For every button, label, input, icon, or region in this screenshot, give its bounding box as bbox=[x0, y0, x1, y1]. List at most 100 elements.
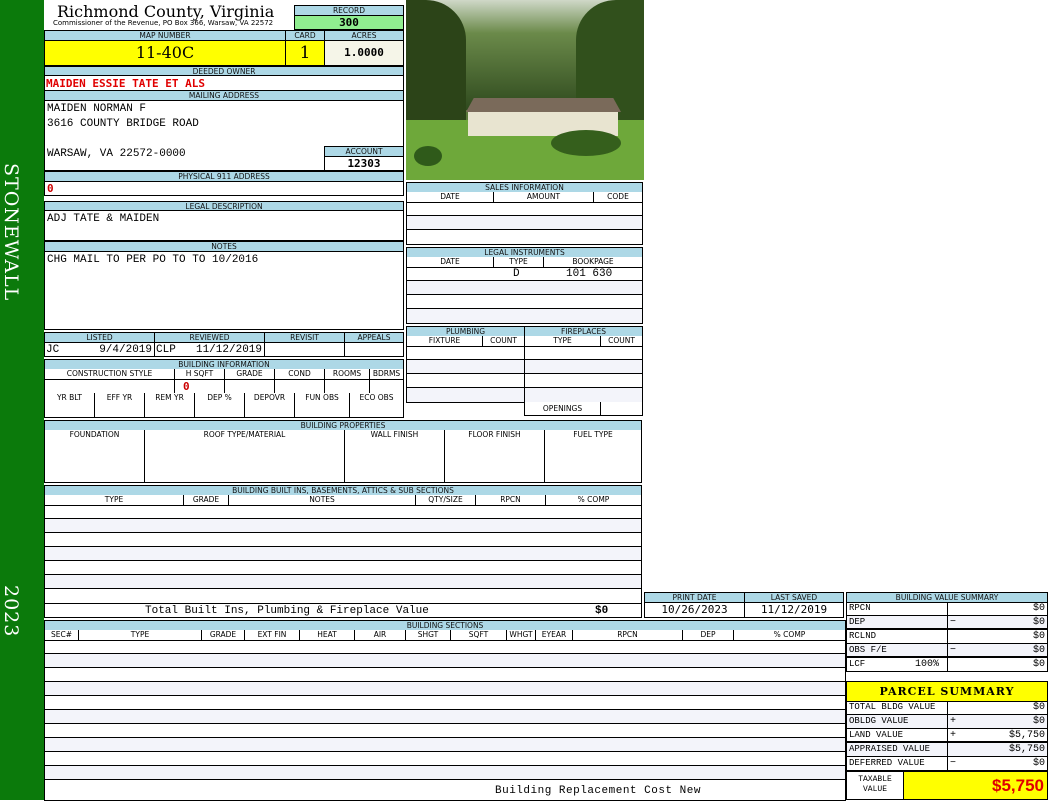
column-header: % COMP bbox=[577, 495, 610, 504]
column-header: SQFT bbox=[451, 630, 507, 640]
summary-row-value: $0 bbox=[1032, 659, 1045, 670]
column-header: YR BLT bbox=[45, 393, 95, 403]
column-header: SHGT bbox=[406, 630, 451, 640]
summary-row-label: LAND VALUE bbox=[847, 729, 948, 741]
record-value: 300 bbox=[294, 15, 404, 30]
cell bbox=[325, 380, 370, 393]
column-header: TYPE bbox=[45, 495, 184, 505]
summary-row-value-cell: − $0 bbox=[948, 644, 1047, 656]
column-header: TYPE bbox=[494, 257, 544, 267]
cell bbox=[225, 380, 275, 393]
cell bbox=[350, 403, 403, 417]
h-sqft-value: 0 bbox=[183, 380, 190, 393]
building-info-values-2 bbox=[44, 403, 404, 418]
cell bbox=[370, 380, 403, 393]
column-header: FOUNDATION bbox=[45, 430, 145, 440]
column-header: SEC# bbox=[45, 630, 79, 640]
card-value: 1 bbox=[285, 40, 325, 66]
summary-row-value-cell: − $0 bbox=[948, 757, 1047, 770]
operator: − bbox=[950, 645, 957, 656]
summary-row-value-cell: $0 bbox=[948, 658, 1047, 671]
summary-row-value: $0 bbox=[1032, 702, 1045, 713]
built-ins-total-label: Total Built Ins, Plumbing & Fireplace Va… bbox=[145, 605, 429, 617]
building-info-headers-1: CONSTRUCTION STYLE H SQFT GRADE COND ROOMS BD… bbox=[44, 369, 404, 380]
column-header: WHGT bbox=[507, 630, 536, 640]
column-header: NOTES bbox=[229, 495, 416, 505]
summary-row-value-cell: $0 bbox=[948, 630, 1047, 643]
district-name: STONEWALL bbox=[0, 163, 22, 302]
building-sections-rows bbox=[44, 640, 846, 801]
column-header: COUNT bbox=[490, 336, 517, 345]
page-subtitle: Commissioner of the Revenue, PO Box 366,… bbox=[53, 19, 274, 27]
column-header: % COMP bbox=[773, 630, 806, 639]
cell bbox=[45, 403, 95, 417]
listed-value: JC 9/4/2019 bbox=[44, 342, 155, 357]
building-info-values-1 bbox=[44, 380, 404, 394]
reviewed-value: CLP 11/12/2019 bbox=[154, 342, 265, 357]
summary-row: LCF 100% $0 bbox=[846, 658, 1048, 672]
cell bbox=[345, 440, 445, 482]
summary-row: DEFERRED VALUE − $0 bbox=[846, 757, 1048, 771]
map-number-value: 11-40C bbox=[44, 40, 286, 66]
summary-row-value-cell: + $0 bbox=[948, 715, 1047, 728]
column-header: QTY/SIZE bbox=[416, 495, 476, 505]
column-header: DATE bbox=[407, 257, 494, 267]
column-header: TYPE bbox=[79, 630, 202, 640]
summary-row-value: $5,750 bbox=[1008, 744, 1045, 755]
revisit-value bbox=[264, 342, 345, 357]
operator: + bbox=[950, 730, 957, 741]
column-header: COND bbox=[275, 369, 325, 379]
built-ins-rows bbox=[44, 505, 642, 604]
summary-row-value: $0 bbox=[1032, 631, 1045, 642]
openings-value bbox=[601, 402, 642, 415]
cell bbox=[445, 440, 545, 482]
column-header: FUEL TYPE bbox=[573, 430, 613, 439]
column-header: GRADE bbox=[202, 630, 245, 640]
summary-row-value: $0 bbox=[1032, 603, 1045, 614]
lcf-percent: 100% bbox=[915, 659, 940, 670]
cell bbox=[245, 403, 295, 417]
mailing-line-2: 3616 COUNTY BRIDGE ROAD bbox=[47, 118, 199, 130]
column-header: FUN OBS bbox=[295, 393, 350, 403]
column-header: WALL FINISH bbox=[345, 430, 445, 440]
summary-row: OBS F/E − $0 bbox=[846, 644, 1048, 658]
mailing-line-3: WARSAW, VA 22572-0000 bbox=[47, 148, 186, 160]
openings-row: OPENINGS bbox=[524, 402, 643, 416]
fireplaces-rows bbox=[524, 346, 643, 403]
column-header: CONSTRUCTION STYLE bbox=[45, 369, 175, 379]
summary-row: RPCN $0 bbox=[846, 602, 1048, 616]
summary-row-value: $0 bbox=[1032, 645, 1045, 656]
summary-row-value: $0 bbox=[1032, 617, 1045, 628]
deeded-owner-value: MAIDEN ESSIE TATE ET ALS bbox=[44, 75, 404, 91]
summary-row-value: $5,750 bbox=[1008, 730, 1045, 741]
reviewed-date: 11/12/2019 bbox=[195, 344, 262, 356]
summary-row-label: OBS F/E bbox=[847, 644, 948, 656]
column-header: DATE bbox=[407, 192, 494, 202]
summary-row-value-cell: + $5,750 bbox=[948, 729, 1047, 741]
print-date-value: 10/26/2023 bbox=[644, 602, 745, 618]
summary-row: LAND VALUE + $5,750 bbox=[846, 729, 1048, 743]
cell bbox=[145, 403, 195, 417]
openings-label: OPENINGS bbox=[525, 402, 601, 415]
column-header: DEPOVR bbox=[245, 393, 295, 403]
instrument-bookpage: 101 630 bbox=[566, 268, 613, 280]
sales-rows bbox=[406, 202, 643, 245]
reviewed-by: CLP bbox=[156, 344, 176, 356]
column-header: TYPE bbox=[525, 336, 601, 346]
building-properties-values bbox=[44, 440, 642, 483]
column-header: REM YR bbox=[145, 393, 195, 403]
physical-address-value: 0 bbox=[44, 181, 404, 196]
summary-row: TOTAL BLDG VALUE $0 bbox=[846, 701, 1048, 715]
column-header: AMOUNT bbox=[494, 192, 594, 202]
column-header: RPCN bbox=[476, 495, 546, 505]
parcel-summary-title: PARCEL SUMMARY bbox=[846, 681, 1048, 702]
cell bbox=[95, 403, 145, 417]
summary-row-label: DEP bbox=[847, 616, 948, 628]
summary-row-label: RPCN bbox=[847, 602, 948, 615]
column-header: GRADE bbox=[225, 369, 275, 379]
summary-row: APPRAISED VALUE $5,750 bbox=[846, 743, 1048, 757]
summary-row-label: TOTAL BLDG VALUE bbox=[847, 701, 948, 714]
column-header: ROOF TYPE/MATERIAL bbox=[145, 430, 345, 440]
column-header: ECO OBS bbox=[359, 393, 394, 402]
operator: + bbox=[950, 716, 957, 727]
